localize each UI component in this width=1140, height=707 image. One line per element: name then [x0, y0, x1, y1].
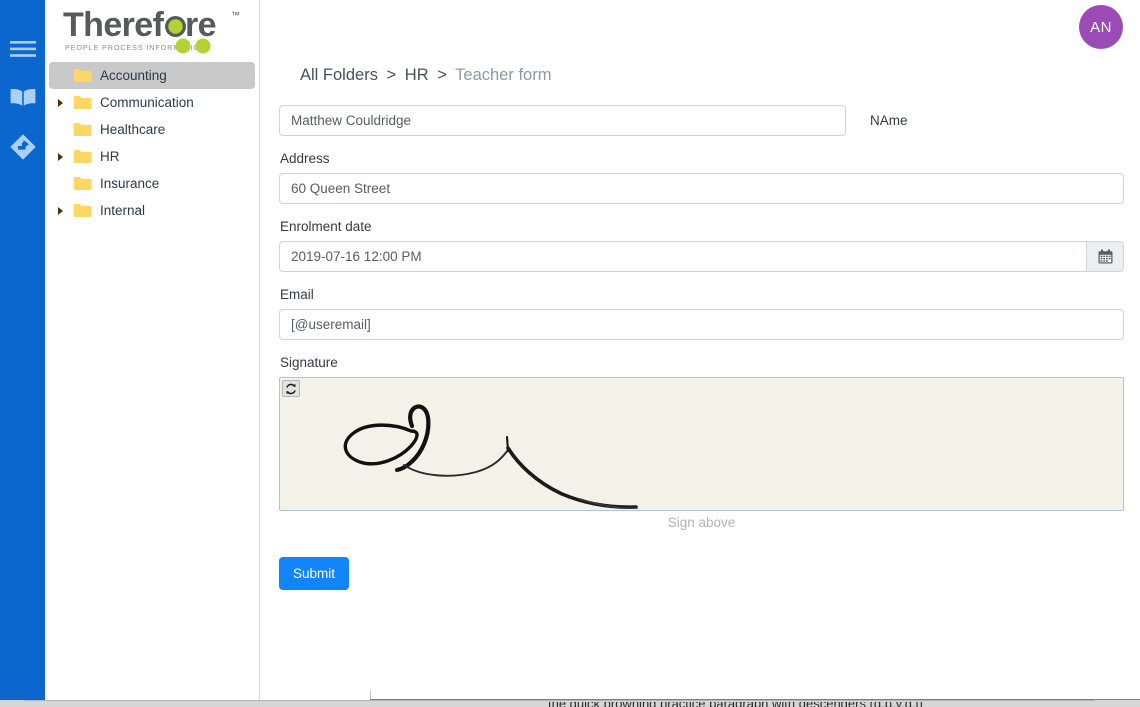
- sidebar-item-label: Communication: [100, 96, 194, 110]
- clipped-bottom-text: the quick browning practice paragraph wi…: [548, 702, 1108, 707]
- signature-pad[interactable]: [279, 377, 1124, 511]
- sidebar-item-label: Internal: [100, 204, 145, 218]
- folder-sidebar: Theref re ™ PEOPLE PROCESS INFORMATION A…: [45, 0, 260, 700]
- breadcrumb-all-folders[interactable]: All Folders: [300, 66, 378, 84]
- submit-button[interactable]: Submit: [279, 557, 349, 590]
- breadcrumb-hr[interactable]: HR: [405, 66, 429, 84]
- address-input[interactable]: 60 Queen Street: [279, 173, 1124, 204]
- folder-icon: [73, 95, 92, 110]
- signature-caption: Sign above: [279, 515, 1124, 530]
- therefore-logo: Theref re ™ PEOPLE PROCESS INFORMATION: [45, 0, 259, 62]
- chevron-right-icon[interactable]: [58, 99, 63, 107]
- enrolment-date-field-block: Enrolment date 2019-07-16 12:00 PM: [279, 219, 1140, 272]
- sidebar-item-accounting[interactable]: Accounting: [49, 62, 255, 89]
- svg-text:Theref: Theref: [63, 6, 165, 44]
- folder-icon: [73, 149, 92, 164]
- sidebar-item-communication[interactable]: Communication: [49, 89, 255, 116]
- email-input[interactable]: [@useremail]: [279, 309, 1124, 340]
- breadcrumb-current: Teacher form: [455, 66, 551, 84]
- email-label: Email: [280, 287, 1140, 302]
- folder-tree: Accounting Communication Healthcare: [45, 62, 259, 224]
- teacher-form: Matthew Couldridge NAme Address 60 Queen…: [279, 105, 1140, 590]
- breadcrumb-separator: >: [437, 66, 447, 84]
- left-nav-rail: [0, 0, 45, 700]
- address-label: Address: [280, 151, 1140, 166]
- app-window: Theref re ™ PEOPLE PROCESS INFORMATION A…: [0, 0, 1140, 707]
- bottom-hairline: [24, 700, 1094, 701]
- signature-field-block: Signature: [279, 355, 1140, 530]
- svg-text:™: ™: [231, 10, 240, 20]
- diamond-arrow-icon[interactable]: [8, 132, 38, 162]
- chevron-right-icon[interactable]: [58, 153, 63, 161]
- folder-icon: [73, 176, 92, 191]
- email-field-block: Email [@useremail]: [279, 287, 1140, 340]
- folder-icon: [73, 203, 92, 218]
- calendar-icon[interactable]: [1086, 242, 1123, 271]
- name-input[interactable]: Matthew Couldridge: [279, 105, 846, 136]
- folder-icon: [73, 122, 92, 137]
- main-content: AN All Folders > HR > Teacher form Matth…: [261, 0, 1140, 700]
- sidebar-item-internal[interactable]: Internal: [49, 197, 255, 224]
- enrolment-date-label: Enrolment date: [280, 219, 1140, 234]
- enrolment-date-input[interactable]: 2019-07-16 12:00 PM: [280, 242, 1086, 271]
- folder-icon: [73, 68, 92, 83]
- avatar[interactable]: AN: [1079, 5, 1123, 49]
- enrolment-date-control: 2019-07-16 12:00 PM: [279, 241, 1124, 272]
- name-side-label: NAme: [870, 113, 908, 128]
- sidebar-item-healthcare[interactable]: Healthcare: [49, 116, 255, 143]
- sidebar-item-insurance[interactable]: Insurance: [49, 170, 255, 197]
- sidebar-item-label: HR: [100, 150, 120, 164]
- breadcrumb-separator: >: [387, 66, 397, 84]
- sidebar-item-label: Accounting: [100, 69, 167, 83]
- sidebar-item-hr[interactable]: HR: [49, 143, 255, 170]
- breadcrumb: All Folders > HR > Teacher form: [300, 66, 551, 85]
- name-field-row: Matthew Couldridge NAme: [279, 105, 1140, 136]
- sidebar-item-label: Insurance: [100, 177, 159, 191]
- hamburger-menu-icon[interactable]: [8, 34, 38, 64]
- chevron-right-icon[interactable]: [58, 207, 63, 215]
- sidebar-item-label: Healthcare: [100, 123, 165, 137]
- svg-text:re: re: [185, 6, 216, 44]
- address-field-block: Address 60 Queen Street: [279, 151, 1140, 204]
- open-book-icon[interactable]: [8, 83, 38, 113]
- signature-stroke: [280, 378, 1125, 512]
- signature-label: Signature: [280, 355, 1140, 370]
